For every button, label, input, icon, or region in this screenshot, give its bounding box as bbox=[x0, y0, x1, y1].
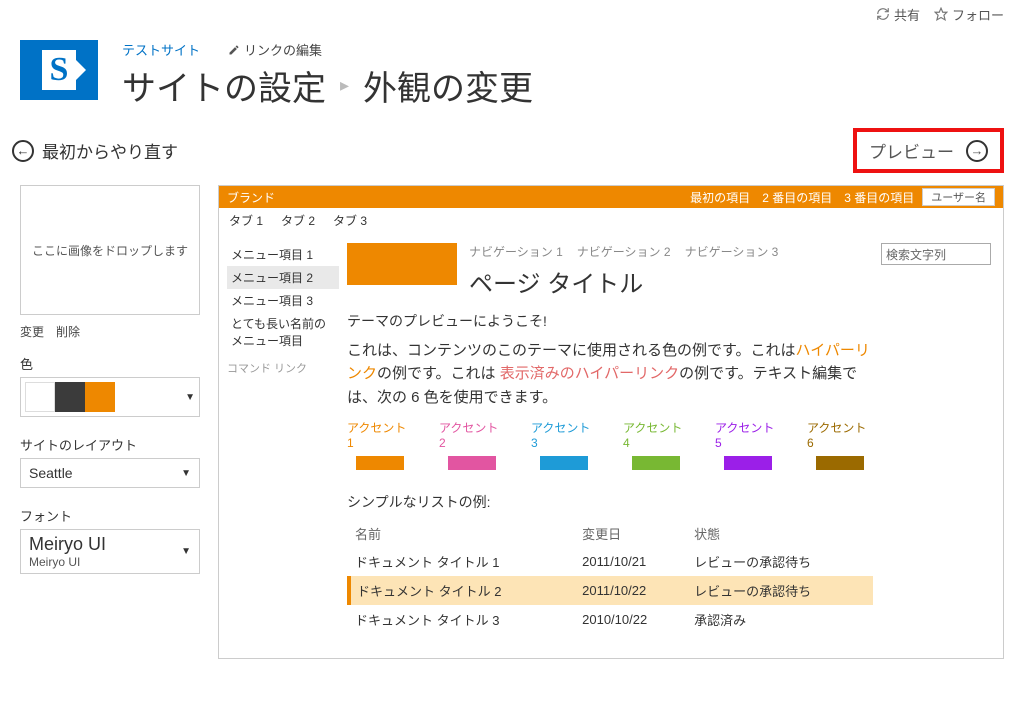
tab: タブ 3 bbox=[333, 212, 367, 229]
change-image-link[interactable]: 変更 bbox=[20, 323, 44, 340]
arrow-left-icon: ← bbox=[12, 140, 34, 162]
color-label: 色 bbox=[20, 354, 200, 373]
menu-item: メニュー項目 3 bbox=[227, 289, 339, 312]
search-box: 検索文字列 bbox=[881, 243, 991, 265]
delete-image-link[interactable]: 削除 bbox=[56, 323, 80, 340]
menu-item: メニュー項目 2 bbox=[227, 266, 339, 289]
accent-5: アクセント 5 bbox=[715, 419, 781, 470]
preview-highlight: プレビュー → bbox=[853, 128, 1004, 173]
nav-item: 2 番目の項目 bbox=[762, 189, 832, 206]
nav-link: ナビゲーション 1 bbox=[469, 243, 563, 260]
theme-preview: ブランド 最初の項目 2 番目の項目 3 番目の項目 ユーザー名 タブ 1 タブ… bbox=[218, 185, 1004, 659]
preview-button[interactable]: プレビュー → bbox=[869, 138, 988, 163]
swatch-dark bbox=[55, 382, 85, 412]
share-action[interactable]: 共有 bbox=[876, 5, 920, 24]
sample-paragraph: これは、コンテンツのこのテーマに使用される色の例です。これはハイパーリンクの例で… bbox=[347, 339, 873, 409]
accent-1: アクセント 1 bbox=[347, 419, 413, 470]
tab: タブ 1 bbox=[229, 212, 263, 229]
edit-links[interactable]: リンクの編集 bbox=[228, 40, 322, 59]
chevron-right-icon: ▸ bbox=[340, 75, 349, 96]
table-row: ドキュメント タイトル 1 2011/10/21 レビューの承認待ち bbox=[349, 547, 873, 576]
layout-select[interactable]: Seattle ▼ bbox=[20, 458, 200, 488]
follow-action[interactable]: フォロー bbox=[934, 5, 1004, 24]
font-label: フォント bbox=[20, 506, 200, 525]
command-link: コマンド リンク bbox=[227, 360, 339, 376]
nav-item: 3 番目の項目 bbox=[844, 189, 914, 206]
image-dropzone[interactable]: ここに画像をドロップします bbox=[20, 185, 200, 315]
user-box: ユーザー名 bbox=[922, 188, 995, 206]
list-label: シンプルなリストの例: bbox=[347, 492, 873, 512]
table-row: ドキュメント タイトル 2 2011/10/22 レビューの承認待ち bbox=[349, 576, 873, 605]
page-title-settings: サイトの設定 bbox=[122, 61, 326, 110]
font-select[interactable]: Meiryo UI Meiryo UI ▼ bbox=[20, 529, 200, 574]
accent-6: アクセント 6 bbox=[807, 419, 873, 470]
sync-icon bbox=[876, 7, 890, 21]
accent-block bbox=[347, 243, 457, 285]
swatch-white bbox=[25, 382, 55, 412]
chevron-down-icon: ▼ bbox=[181, 546, 191, 557]
table-header: 状態 bbox=[688, 520, 873, 547]
layout-label: サイトのレイアウト bbox=[20, 435, 200, 454]
pencil-icon bbox=[228, 44, 240, 56]
page-title-section: 外観の変更 bbox=[363, 61, 533, 110]
brand-label: ブランド bbox=[227, 189, 275, 206]
sharepoint-logo[interactable]: S bbox=[20, 40, 98, 100]
arrow-right-icon: → bbox=[966, 140, 988, 162]
chevron-down-icon: ▼ bbox=[185, 392, 195, 403]
table-header: 名前 bbox=[349, 520, 576, 547]
accent-3: アクセント 3 bbox=[531, 419, 597, 470]
color-picker[interactable]: ▼ bbox=[20, 377, 200, 417]
table-header: 変更日 bbox=[576, 520, 688, 547]
follow-label: フォロー bbox=[952, 5, 1004, 24]
nav-item: 最初の項目 bbox=[690, 189, 750, 206]
accent-2: アクセント 2 bbox=[439, 419, 505, 470]
menu-item: とても長い名前のメニュー項目 bbox=[227, 312, 339, 352]
restart-button[interactable]: ← 最初からやり直す bbox=[12, 138, 178, 163]
swatch-orange bbox=[85, 382, 115, 412]
tab: タブ 2 bbox=[281, 212, 315, 229]
logo-letter: S bbox=[42, 50, 76, 90]
welcome-text: テーマのプレビューにようこそ! bbox=[347, 311, 873, 331]
sample-table: 名前 変更日 状態 ドキュメント タイトル 1 2011/10/21 レビューの… bbox=[347, 520, 873, 634]
menu-item: メニュー項目 1 bbox=[227, 243, 339, 266]
chevron-down-icon: ▼ bbox=[181, 468, 191, 479]
star-icon bbox=[934, 7, 948, 21]
nav-link: ナビゲーション 3 bbox=[685, 243, 779, 260]
table-row: ドキュメント タイトル 3 2010/10/22 承認済み bbox=[349, 605, 873, 634]
accent-4: アクセント 4 bbox=[623, 419, 689, 470]
nav-link: ナビゲーション 2 bbox=[577, 243, 671, 260]
share-label: 共有 bbox=[894, 5, 920, 24]
site-link[interactable]: テストサイト bbox=[122, 40, 200, 59]
